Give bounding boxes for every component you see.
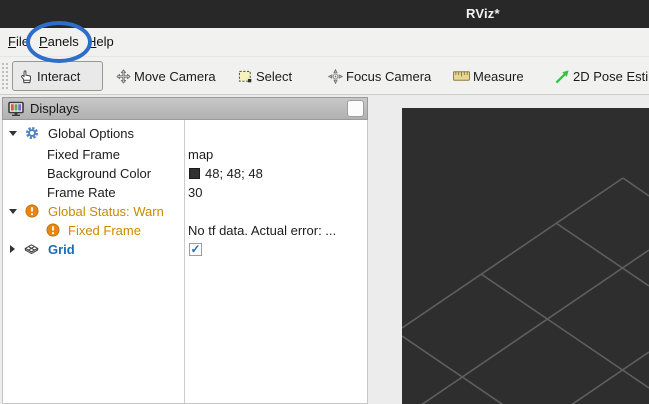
tool-label: Interact (37, 69, 80, 84)
row-value[interactable]: map (188, 147, 213, 162)
toolbar: Interact Move Camera Select Focus Camera… (0, 57, 649, 95)
color-swatch[interactable] (189, 168, 200, 179)
measure-tool-button[interactable]: Measure (453, 61, 524, 91)
render-viewport-3d[interactable] (402, 108, 649, 404)
row-label: Frame Rate (47, 185, 116, 200)
row-value[interactable]: 48; 48; 48 (205, 166, 263, 181)
tool-label: 2D Pose Esti (573, 69, 648, 84)
move-arrows-icon (116, 69, 131, 84)
focus-crosshair-icon (328, 69, 343, 84)
row-label: Grid (48, 242, 75, 257)
ground-grid (402, 108, 649, 404)
warning-icon (46, 223, 60, 237)
tree-row-background-color[interactable]: Background Color 48; 48; 48 (3, 164, 367, 183)
menu-help[interactable]: Help (87, 34, 114, 49)
tool-label: Select (256, 69, 292, 84)
select-tool-button[interactable]: Select (238, 61, 292, 91)
pose-arrow-icon (555, 69, 570, 84)
expand-arrow-icon[interactable] (9, 209, 17, 214)
row-label: Background Color (47, 166, 151, 181)
row-label: Fixed Frame (68, 223, 141, 238)
displays-tree: Global Options Fixed Frame map Backgroun… (2, 120, 368, 404)
tree-row-global-status[interactable]: Global Status: Warn (3, 202, 367, 221)
displays-panel: Displays Global Options Fixed Frame map … (2, 97, 368, 404)
hand-pointer-icon (19, 69, 34, 84)
warning-icon (25, 204, 39, 218)
tree-row-fixed-frame[interactable]: Fixed Frame map (3, 145, 367, 164)
tool-label: Focus Camera (346, 69, 431, 84)
collapse-arrow-icon[interactable] (10, 245, 15, 253)
menu-file[interactable]: File (8, 34, 29, 49)
panel-float-button[interactable] (347, 100, 364, 117)
row-value[interactable]: 30 (188, 185, 202, 200)
tree-row-global-options[interactable]: Global Options (3, 124, 367, 143)
menubar: File Panels Help (0, 28, 649, 57)
tool-label: Measure (473, 69, 524, 84)
move-camera-tool-button[interactable]: Move Camera (116, 61, 216, 91)
gear-icon (25, 126, 39, 140)
grid-enabled-checkbox[interactable]: ✓ (189, 243, 202, 256)
monitor-icon (8, 101, 24, 117)
tree-row-grid[interactable]: Grid ✓ (3, 240, 367, 259)
window-title: RViz* (466, 6, 500, 21)
tree-row-fixed-frame-warning[interactable]: Fixed Frame No tf data. Actual error: ..… (3, 221, 367, 240)
selection-box-icon (238, 69, 253, 84)
interact-tool-button[interactable]: Interact (12, 61, 103, 91)
menu-panels[interactable]: Panels (39, 34, 79, 49)
tool-label: Move Camera (134, 69, 216, 84)
panel-title: Displays (30, 101, 79, 116)
expand-arrow-icon[interactable] (9, 131, 17, 136)
tree-row-frame-rate[interactable]: Frame Rate 30 (3, 183, 367, 202)
grid-icon (24, 242, 39, 257)
ruler-icon (453, 71, 470, 81)
focus-camera-tool-button[interactable]: Focus Camera (328, 61, 431, 91)
row-value[interactable]: No tf data. Actual error: ... (188, 223, 336, 238)
row-label: Global Options (48, 126, 134, 141)
displays-panel-header[interactable]: Displays (2, 97, 368, 120)
row-label: Fixed Frame (47, 147, 120, 162)
toolbar-grip[interactable] (2, 63, 8, 89)
pose-estimate-tool-button[interactable]: 2D Pose Esti (555, 61, 648, 91)
row-label: Global Status: Warn (48, 204, 164, 219)
window-titlebar: RViz* (0, 0, 649, 28)
